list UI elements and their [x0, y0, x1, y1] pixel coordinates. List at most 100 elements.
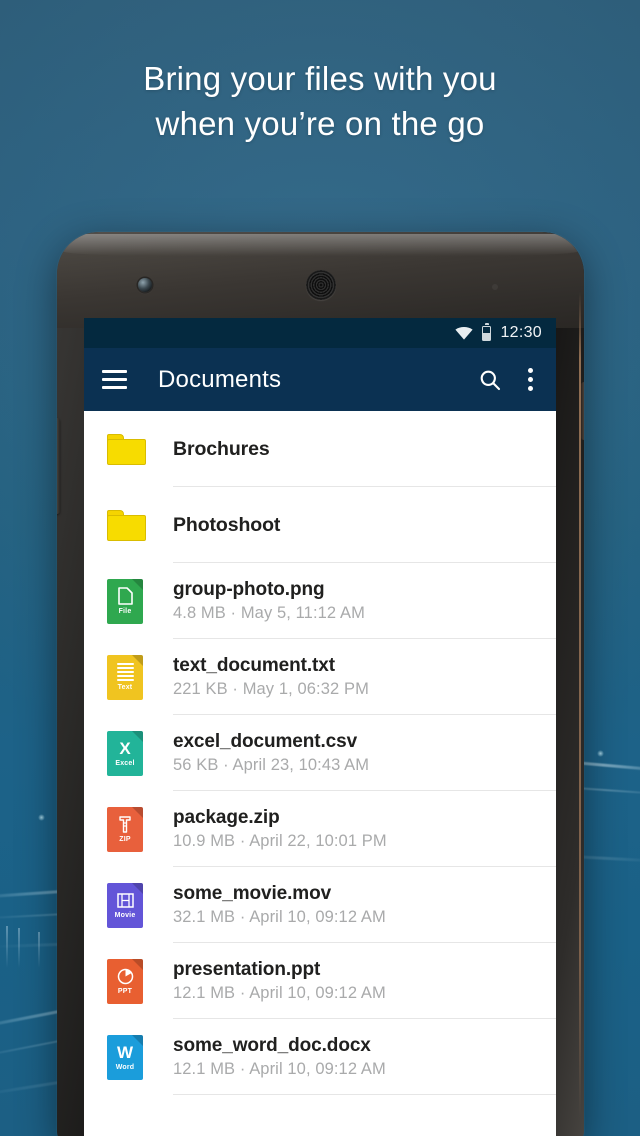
wifi-icon [455, 326, 474, 340]
promo-screenshot: Bring your files with you when you’re on… [0, 0, 640, 1136]
file-row[interactable]: W Word some_word_doc.docx 12.1 MB · April 1… [84, 1019, 556, 1095]
corner-fold-icon [132, 882, 143, 894]
row-text: text_document.txt 221 KB · May 1, 06:32 P… [173, 655, 556, 699]
file-ppt-icon: PPT [107, 958, 143, 1004]
folder-row[interactable]: Brochures [84, 411, 556, 487]
row-icon-slot: PPT [107, 958, 173, 1004]
overflow-menu-icon[interactable] [520, 365, 541, 394]
file-row[interactable]: ZIP package.zip 10.9 MB · April 22, 10:01 … [84, 791, 556, 867]
file-row[interactable]: File group-photo.png 4.8 MB · May 5, 11:12… [84, 563, 556, 639]
front-camera-icon [138, 278, 152, 292]
phone-screen: 12:30 Documents Brochures Photoshoot Fil… [84, 318, 556, 1136]
file-name: group-photo.png [173, 579, 325, 600]
glyph-pie [117, 968, 133, 984]
row-text: package.zip 10.9 MB · April 22, 10:01 PM [173, 807, 556, 851]
file-movie-icon: Movie [107, 882, 143, 928]
file-glyph: X [119, 739, 130, 758]
row-icon-slot: ZIP [107, 806, 173, 852]
row-icon-slot: File [107, 578, 173, 624]
row-icon-slot: X Excel [107, 730, 173, 776]
row-text: Photoshoot [173, 514, 556, 537]
corner-fold-icon [132, 958, 143, 970]
file-list[interactable]: Brochures Photoshoot File group-photo.png 4.… [84, 411, 556, 1095]
corner-fold-icon [132, 578, 143, 590]
battery-icon [482, 325, 492, 341]
row-text: excel_document.csv 56 KB · April 23, 10:4… [173, 731, 556, 775]
file-meta: 10.9 MB · April 22, 10:01 PM [173, 832, 387, 850]
row-text: presentation.ppt 12.1 MB · April 10, 09:1… [173, 959, 556, 1003]
file-glyph [116, 891, 134, 910]
file-name: Photoshoot [173, 513, 281, 536]
row-icon-slot: Movie [107, 882, 173, 928]
file-type-badge: ZIP [119, 835, 131, 843]
search-icon[interactable] [478, 368, 502, 392]
file-row[interactable]: Text text_document.txt 221 KB · May 1, 06:… [84, 639, 556, 715]
file-type-badge: Text [117, 683, 133, 691]
promo-headline: Bring your files with you when you’re on… [0, 56, 640, 146]
corner-fold-icon [132, 730, 143, 742]
corner-fold-icon [132, 654, 143, 666]
glyph-letter: X [119, 738, 131, 758]
file-name: package.zip [173, 807, 280, 828]
row-icon-slot [107, 509, 173, 541]
row-text: group-photo.png 4.8 MB · May 5, 11:12 AM [173, 579, 556, 623]
file-meta: 4.8 MB · May 5, 11:12 AM [173, 604, 365, 622]
row-icon-slot: W Word [107, 1034, 173, 1080]
file-png-icon: File [107, 578, 143, 624]
file-name: text_document.txt [173, 655, 335, 676]
file-type-badge: Movie [114, 911, 136, 919]
file-name: Brochures [173, 437, 270, 460]
file-glyph [117, 587, 133, 606]
page-title: Documents [158, 365, 282, 393]
folder-icon [107, 433, 146, 465]
hamburger-menu-icon[interactable] [102, 370, 127, 389]
glyph-letter: W [116, 1042, 134, 1062]
file-row[interactable]: Movie some_movie.mov 32.1 MB · April 10, 0… [84, 867, 556, 943]
file-type-badge: PPT [117, 987, 133, 995]
power-button[interactable] [581, 382, 584, 440]
earpiece-speaker-icon [305, 270, 336, 300]
file-glyph [117, 967, 134, 986]
file-name: some_movie.mov [173, 883, 332, 904]
bezel-gloss [63, 234, 578, 256]
file-txt-icon: Text [107, 654, 143, 700]
file-glyph [116, 663, 134, 682]
file-row[interactable]: X Excel excel_document.csv 56 KB · April 23… [84, 715, 556, 791]
row-icon-slot: Text [107, 654, 173, 700]
glyph-page [117, 587, 133, 605]
file-glyph [118, 815, 132, 834]
folder-row[interactable]: Photoshoot [84, 487, 556, 563]
file-meta: 32.1 MB · April 10, 09:12 AM [173, 908, 386, 926]
glyph-lines [116, 663, 134, 681]
row-text: Brochures [173, 438, 556, 461]
file-word-icon: W Word [107, 1034, 143, 1080]
file-name: some_word_doc.docx [173, 1035, 371, 1056]
bezel-edge-highlight [579, 292, 581, 1118]
folder-icon [107, 509, 146, 541]
status-time: 12:30 [500, 324, 542, 341]
file-type-badge: Word [115, 1063, 135, 1071]
app-bar-actions [478, 365, 541, 394]
corner-fold-icon [132, 1034, 143, 1046]
row-text: some_movie.mov 32.1 MB · April 10, 09:12 … [173, 883, 556, 927]
file-meta: 221 KB · May 1, 06:32 PM [173, 680, 369, 698]
app-bar: Documents [84, 348, 556, 411]
volume-button[interactable] [57, 418, 60, 514]
file-meta: 12.1 MB · April 10, 09:12 AM [173, 1060, 386, 1078]
file-type-badge: Excel [115, 759, 135, 767]
glyph-zipper [119, 815, 131, 833]
headline-line-1: Bring your files with you [143, 60, 497, 97]
file-zip-icon: ZIP [107, 806, 143, 852]
row-divider [173, 1094, 556, 1095]
proximity-sensor-icon [492, 284, 498, 290]
row-icon-slot [107, 433, 173, 465]
file-row[interactable]: PPT presentation.ppt 12.1 MB · April 10, 0… [84, 943, 556, 1019]
status-bar: 12:30 [84, 318, 556, 348]
headline-line-2: when you’re on the go [155, 105, 485, 142]
file-name: presentation.ppt [173, 959, 321, 980]
phone-device-frame: 12:30 Documents Brochures Photoshoot Fil… [57, 232, 584, 1136]
row-text: some_word_doc.docx 12.1 MB · April 10, 09… [173, 1035, 556, 1079]
file-glyph: W [117, 1043, 133, 1062]
file-meta: 12.1 MB · April 10, 09:12 AM [173, 984, 386, 1002]
file-excel-icon: X Excel [107, 730, 143, 776]
